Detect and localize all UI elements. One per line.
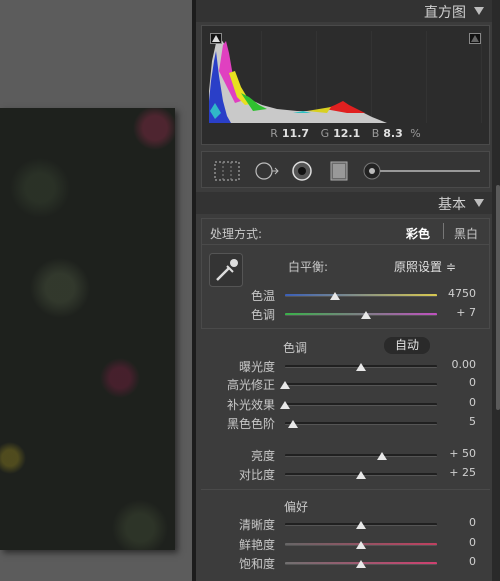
histogram-header[interactable]: 直方图	[196, 0, 492, 22]
slider-label: 黑色色阶	[226, 417, 275, 431]
slider-value[interactable]: 4750	[436, 287, 476, 300]
auto-tone-button[interactable]: 自动	[384, 337, 430, 354]
slider-label: 曝光度	[238, 360, 275, 374]
slider-thumb[interactable]	[360, 311, 371, 319]
separator	[201, 489, 490, 490]
slider-track[interactable]	[285, 422, 437, 425]
basic-header[interactable]: 基本	[196, 192, 492, 214]
slider-label: 高光修正	[226, 378, 275, 392]
b-value: 8.3	[383, 127, 403, 140]
highlight-clipping-button[interactable]	[469, 33, 481, 44]
treatment-label: 处理方式:	[210, 227, 263, 241]
slider-thumb[interactable]	[356, 521, 366, 529]
scrollbar-thumb[interactable]	[496, 185, 500, 410]
slider-label: 亮度	[250, 449, 275, 463]
slider-label: 补光效果	[226, 398, 275, 412]
slider-track[interactable]	[285, 383, 437, 386]
slider-thumb[interactable]	[287, 420, 298, 428]
slider-track[interactable]	[285, 403, 437, 406]
slider-value[interactable]: 0.00	[436, 358, 477, 371]
slider-label: 饱和度	[238, 557, 275, 571]
slider-value[interactable]: 0	[436, 536, 476, 549]
photo-preview[interactable]	[0, 108, 175, 550]
wb-label: 白平衡:	[288, 260, 329, 274]
image-canvas[interactable]	[0, 0, 192, 581]
presence-label: 偏好	[284, 500, 309, 514]
histogram: R 11.7 G 12.1 B 8.3 %	[201, 25, 490, 145]
slider-value[interactable]: + 50	[436, 447, 476, 460]
slider-value[interactable]: 0	[436, 555, 476, 568]
slider-value[interactable]: 5	[436, 415, 476, 428]
red-eye-icon[interactable]	[290, 161, 314, 181]
shadow-clipping-button[interactable]	[210, 33, 222, 44]
wb-eyedropper-icon[interactable]	[209, 253, 243, 287]
slider-value[interactable]: 0	[436, 396, 476, 409]
crop-overlay-icon[interactable]	[214, 161, 240, 181]
spot-removal-icon[interactable]	[254, 161, 282, 181]
slider-value[interactable]: 0	[436, 376, 476, 389]
treatment-divider	[443, 223, 444, 239]
histogram-title: 直方图	[424, 5, 466, 21]
slider-thumb[interactable]	[356, 541, 366, 549]
adjustment-brush-icon[interactable]	[362, 161, 482, 181]
graduated-filter-icon[interactable]	[328, 161, 350, 181]
slider-thumb[interactable]	[377, 452, 388, 460]
wb-select[interactable]: 原照设置 ≑	[394, 258, 456, 275]
histogram-graph	[207, 31, 484, 123]
tone-label: 色调	[283, 341, 308, 355]
color-treatment-button[interactable]: 彩色	[406, 225, 430, 242]
r-label: R	[270, 127, 278, 140]
separator	[201, 328, 490, 329]
slider-thumb[interactable]	[280, 401, 290, 409]
slider-value[interactable]: + 25	[436, 466, 476, 479]
slider-track[interactable]	[285, 454, 437, 457]
slider-label: 鲜艳度	[238, 538, 275, 552]
slider-label: 色调	[250, 308, 275, 322]
slider-track[interactable]	[285, 294, 437, 297]
slider-label: 色温	[250, 289, 275, 303]
g-label: G	[320, 127, 330, 140]
rgb-readout: R 11.7 G 12.1 B 8.3 %	[202, 127, 489, 140]
tool-strip	[201, 151, 490, 188]
slider-label: 清晰度	[238, 518, 275, 532]
g-value: 12.1	[333, 127, 361, 140]
slider-thumb[interactable]	[280, 381, 290, 389]
treatment-row: 处理方式: 彩色 黑白	[201, 218, 490, 245]
slider-thumb[interactable]	[356, 560, 366, 568]
slider-thumb[interactable]	[330, 292, 341, 300]
collapse-triangle-icon[interactable]	[474, 7, 484, 15]
slider-thumb[interactable]	[356, 363, 366, 371]
collapse-triangle-icon[interactable]	[474, 199, 484, 207]
bw-treatment-button[interactable]: 黑白	[454, 225, 478, 242]
slider-value[interactable]: 0	[436, 516, 476, 529]
basic-title: 基本	[438, 197, 466, 213]
slider-label: 对比度	[238, 468, 275, 482]
slider-thumb[interactable]	[356, 471, 366, 479]
r-value: 11.7	[281, 127, 310, 140]
slider-value[interactable]: + 7	[436, 306, 476, 319]
b-label: B	[371, 127, 380, 140]
percent-unit: %	[410, 127, 421, 140]
